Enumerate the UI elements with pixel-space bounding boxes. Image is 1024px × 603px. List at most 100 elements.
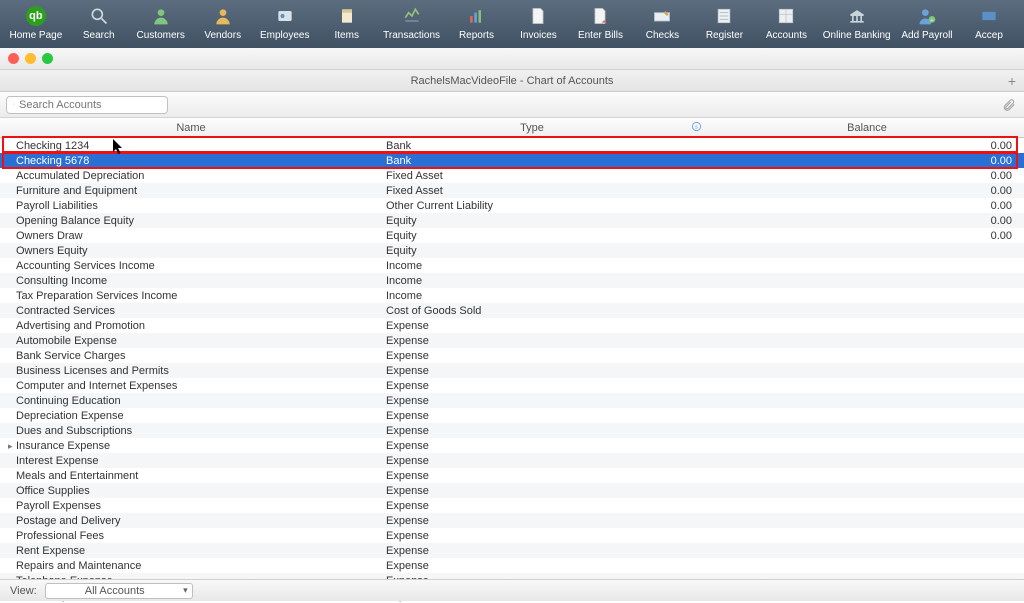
account-row[interactable]: Depreciation ExpenseExpense: [0, 408, 1024, 423]
column-header-balance[interactable]: Balance: [710, 122, 1024, 134]
toolbar-label: Checks: [646, 30, 679, 41]
account-name-cell: Office Supplies: [0, 485, 382, 497]
account-row[interactable]: Accounting Services IncomeIncome: [0, 258, 1024, 273]
toolbar-label: Accep: [975, 30, 1003, 41]
column-header-type[interactable]: Type: [382, 122, 682, 134]
account-type-cell: Equity: [382, 245, 682, 257]
account-name-cell: Repairs and Maintenance: [0, 560, 382, 572]
account-row[interactable]: Payroll LiabilitiesOther Current Liabili…: [0, 198, 1024, 213]
account-name-cell: Checking 1234: [0, 140, 382, 152]
toolbar-register[interactable]: Register: [693, 0, 755, 41]
account-type-cell: Expense: [382, 485, 682, 497]
account-name-cell: Interest Expense: [0, 455, 382, 467]
toolbar-label: Enter Bills: [578, 30, 623, 41]
account-row[interactable]: Postage and DeliveryExpense: [0, 513, 1024, 528]
account-row[interactable]: Computer and Internet ExpensesExpense: [0, 378, 1024, 393]
window-minimize-button[interactable]: [25, 53, 36, 64]
account-row[interactable]: Consulting IncomeIncome: [0, 273, 1024, 288]
register-icon: [713, 4, 735, 28]
account-type-cell: Bank: [382, 155, 682, 167]
toolbar-label: Reports: [459, 30, 494, 41]
account-row[interactable]: Checking 1234Bank0.00: [0, 138, 1024, 153]
account-name-cell: Computer and Internet Expenses: [0, 380, 382, 392]
account-type-cell: Fixed Asset: [382, 185, 682, 197]
attachment-icon[interactable]: [1000, 96, 1018, 114]
account-type-cell: Expense: [382, 500, 682, 512]
expand-icon[interactable]: [8, 440, 16, 452]
toolbar-home-page[interactable]: qbHome Page: [4, 0, 68, 41]
toolbar-reports[interactable]: Reports: [445, 0, 507, 41]
footer-bar: View: All Accounts: [0, 579, 1024, 601]
account-type-cell: Fixed Asset: [382, 170, 682, 182]
account-row[interactable]: Dues and SubscriptionsExpense: [0, 423, 1024, 438]
toolbar-checks[interactable]: Checks: [631, 0, 693, 41]
column-header-s[interactable]: s: [682, 121, 710, 135]
account-type-cell: Expense: [382, 335, 682, 347]
account-row[interactable]: Meals and EntertainmentExpense: [0, 468, 1024, 483]
account-type-cell: Expense: [382, 320, 682, 332]
toolbar-label: Add Payroll: [901, 30, 952, 41]
account-type-cell: Expense: [382, 515, 682, 527]
account-name-cell: Automobile Expense: [0, 335, 382, 347]
account-row[interactable]: Office SuppliesExpense: [0, 483, 1024, 498]
account-row[interactable]: Owners DrawEquity0.00: [0, 228, 1024, 243]
account-name-cell: Advertising and Promotion: [0, 320, 382, 332]
toolbar-customers[interactable]: Customers: [130, 0, 192, 41]
account-row[interactable]: Business Licenses and PermitsExpense: [0, 363, 1024, 378]
account-row[interactable]: Rent ExpenseExpense: [0, 543, 1024, 558]
account-row[interactable]: Interest ExpenseExpense: [0, 453, 1024, 468]
column-header-name[interactable]: Name: [0, 122, 382, 134]
account-name-cell: Depreciation Expense: [0, 410, 382, 422]
account-row[interactable]: Contracted ServicesCost of Goods Sold: [0, 303, 1024, 318]
toolbar-employees[interactable]: Employees: [254, 0, 316, 41]
toolbar-search[interactable]: Search: [68, 0, 130, 41]
account-row[interactable]: Advertising and PromotionExpense: [0, 318, 1024, 333]
toolbar-add-payroll[interactable]: + Add Payroll: [896, 0, 958, 41]
toolbar-label: Employees: [260, 30, 309, 41]
account-row[interactable]: Tax Preparation Services IncomeIncome: [0, 288, 1024, 303]
toolbar-transactions[interactable]: Transactions: [378, 0, 446, 41]
view-label: View:: [10, 585, 37, 597]
account-name-cell: Dues and Subscriptions: [0, 425, 382, 437]
search-box[interactable]: [6, 96, 168, 114]
account-row[interactable]: Payroll ExpensesExpense: [0, 498, 1024, 513]
toolbar-invoices[interactable]: Invoices: [507, 0, 569, 41]
account-row[interactable]: Checking 5678Bank0.00: [0, 153, 1024, 168]
account-row[interactable]: Owners EquityEquity: [0, 243, 1024, 258]
account-row[interactable]: Bank Service ChargesExpense: [0, 348, 1024, 363]
view-select[interactable]: All Accounts: [45, 583, 193, 599]
toolbar-accep[interactable]: Accep: [958, 0, 1020, 41]
account-type-cell: Other Current Liability: [382, 200, 682, 212]
toolbar-label: Search: [83, 30, 115, 41]
account-row[interactable]: Insurance ExpenseExpense: [0, 438, 1024, 453]
account-type-cell: Equity: [382, 215, 682, 227]
toolbar-items[interactable]: Items: [316, 0, 378, 41]
account-name-cell: Continuing Education: [0, 395, 382, 407]
account-balance-cell: 0.00: [710, 170, 1024, 182]
search-input[interactable]: [19, 99, 161, 111]
account-row[interactable]: Repairs and MaintenanceExpense: [0, 558, 1024, 573]
account-name-cell: Accounting Services Income: [0, 260, 382, 272]
payroll-icon: +: [916, 4, 938, 28]
account-type-cell: Bank: [382, 140, 682, 152]
toolbar-label: Invoices: [520, 30, 557, 41]
window-maximize-button[interactable]: [42, 53, 53, 64]
account-row[interactable]: Opening Balance EquityEquity0.00: [0, 213, 1024, 228]
account-name-cell: Checking 5678: [0, 155, 382, 167]
account-balance-cell: 0.00: [710, 200, 1024, 212]
window-close-button[interactable]: [8, 53, 19, 64]
account-row[interactable]: Continuing EducationExpense: [0, 393, 1024, 408]
toolbar-accounts[interactable]: Accounts: [755, 0, 817, 41]
new-tab-button[interactable]: +: [1004, 73, 1020, 89]
account-balance-cell: 0.00: [710, 215, 1024, 227]
account-type-cell: Expense: [382, 545, 682, 557]
svg-text:s: s: [695, 124, 698, 130]
toolbar-vendors[interactable]: Vendors: [192, 0, 254, 41]
toolbar-enter-bills[interactable]: Enter Bills: [569, 0, 631, 41]
account-row[interactable]: Accumulated DepreciationFixed Asset0.00: [0, 168, 1024, 183]
toolbar-online-banking[interactable]: Online Banking: [817, 0, 895, 41]
account-name-cell: Owners Draw: [0, 230, 382, 242]
account-row[interactable]: Furniture and EquipmentFixed Asset0.00: [0, 183, 1024, 198]
account-row[interactable]: Automobile ExpenseExpense: [0, 333, 1024, 348]
account-row[interactable]: Professional FeesExpense: [0, 528, 1024, 543]
